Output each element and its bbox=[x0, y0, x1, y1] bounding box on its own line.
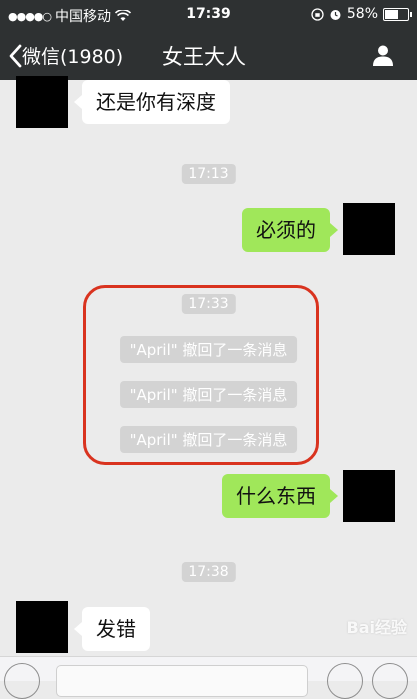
timestamp: 17:38 bbox=[181, 562, 236, 582]
message-bubble[interactable]: 什么东西 bbox=[222, 474, 338, 518]
back-label: 微信(1980) bbox=[22, 46, 124, 68]
nav-bar: 微信(1980) 女王大人 bbox=[0, 30, 417, 80]
message-input[interactable] bbox=[56, 665, 308, 697]
contact-info-icon[interactable] bbox=[371, 43, 395, 67]
avatar[interactable] bbox=[343, 470, 395, 522]
status-bar: ●●●●○ 中国移动 17:39 58% bbox=[0, 0, 417, 30]
message-bubble[interactable]: 必须的 bbox=[242, 208, 338, 252]
timestamp: 17:13 bbox=[181, 164, 236, 184]
recall-notice: "April" 撤回了一条消息 bbox=[119, 426, 298, 453]
message-bubble[interactable]: 还是你有深度 bbox=[74, 80, 230, 124]
emoji-icon[interactable] bbox=[327, 663, 363, 699]
status-right: 58% bbox=[311, 6, 412, 22]
voice-icon[interactable] bbox=[4, 663, 40, 699]
battery-percent: 58% bbox=[346, 6, 378, 22]
recall-notice: "April" 撤回了一条消息 bbox=[119, 381, 298, 408]
timestamp: 17:33 bbox=[181, 294, 236, 314]
alarm-icon bbox=[330, 9, 341, 20]
recall-notice: "April" 撤回了一条消息 bbox=[119, 336, 298, 363]
input-bar bbox=[0, 656, 417, 699]
chevron-left-icon bbox=[9, 44, 22, 67]
chat-title: 女王大人 bbox=[162, 45, 246, 69]
rotation-lock-icon bbox=[311, 7, 324, 21]
chat-area[interactable]: 还是你有深度 17:13 必须的 17:33 "April" 撤回了一条消息 "… bbox=[0, 76, 417, 656]
battery-icon bbox=[383, 7, 412, 21]
avatar[interactable] bbox=[16, 76, 68, 128]
battery-fill bbox=[385, 9, 398, 19]
watermark: Bai经验 bbox=[346, 618, 407, 637]
message-bubble[interactable]: 发错 bbox=[74, 607, 150, 651]
avatar[interactable] bbox=[16, 601, 68, 653]
avatar[interactable] bbox=[343, 203, 395, 255]
back-button[interactable]: 微信(1980) bbox=[8, 42, 123, 69]
plus-icon[interactable] bbox=[372, 663, 408, 699]
